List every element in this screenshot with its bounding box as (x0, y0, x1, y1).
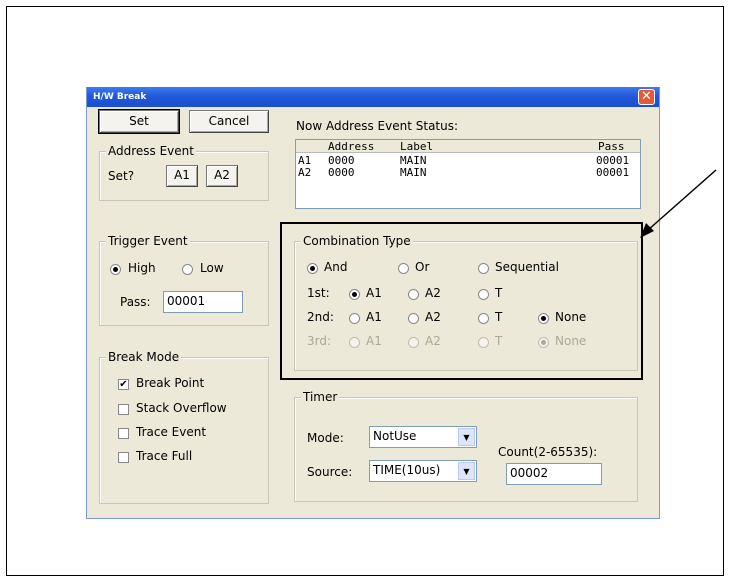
callout-arrow-line (647, 169, 717, 231)
callout-arrow (640, 169, 717, 238)
callout-arrow-head (640, 223, 654, 238)
